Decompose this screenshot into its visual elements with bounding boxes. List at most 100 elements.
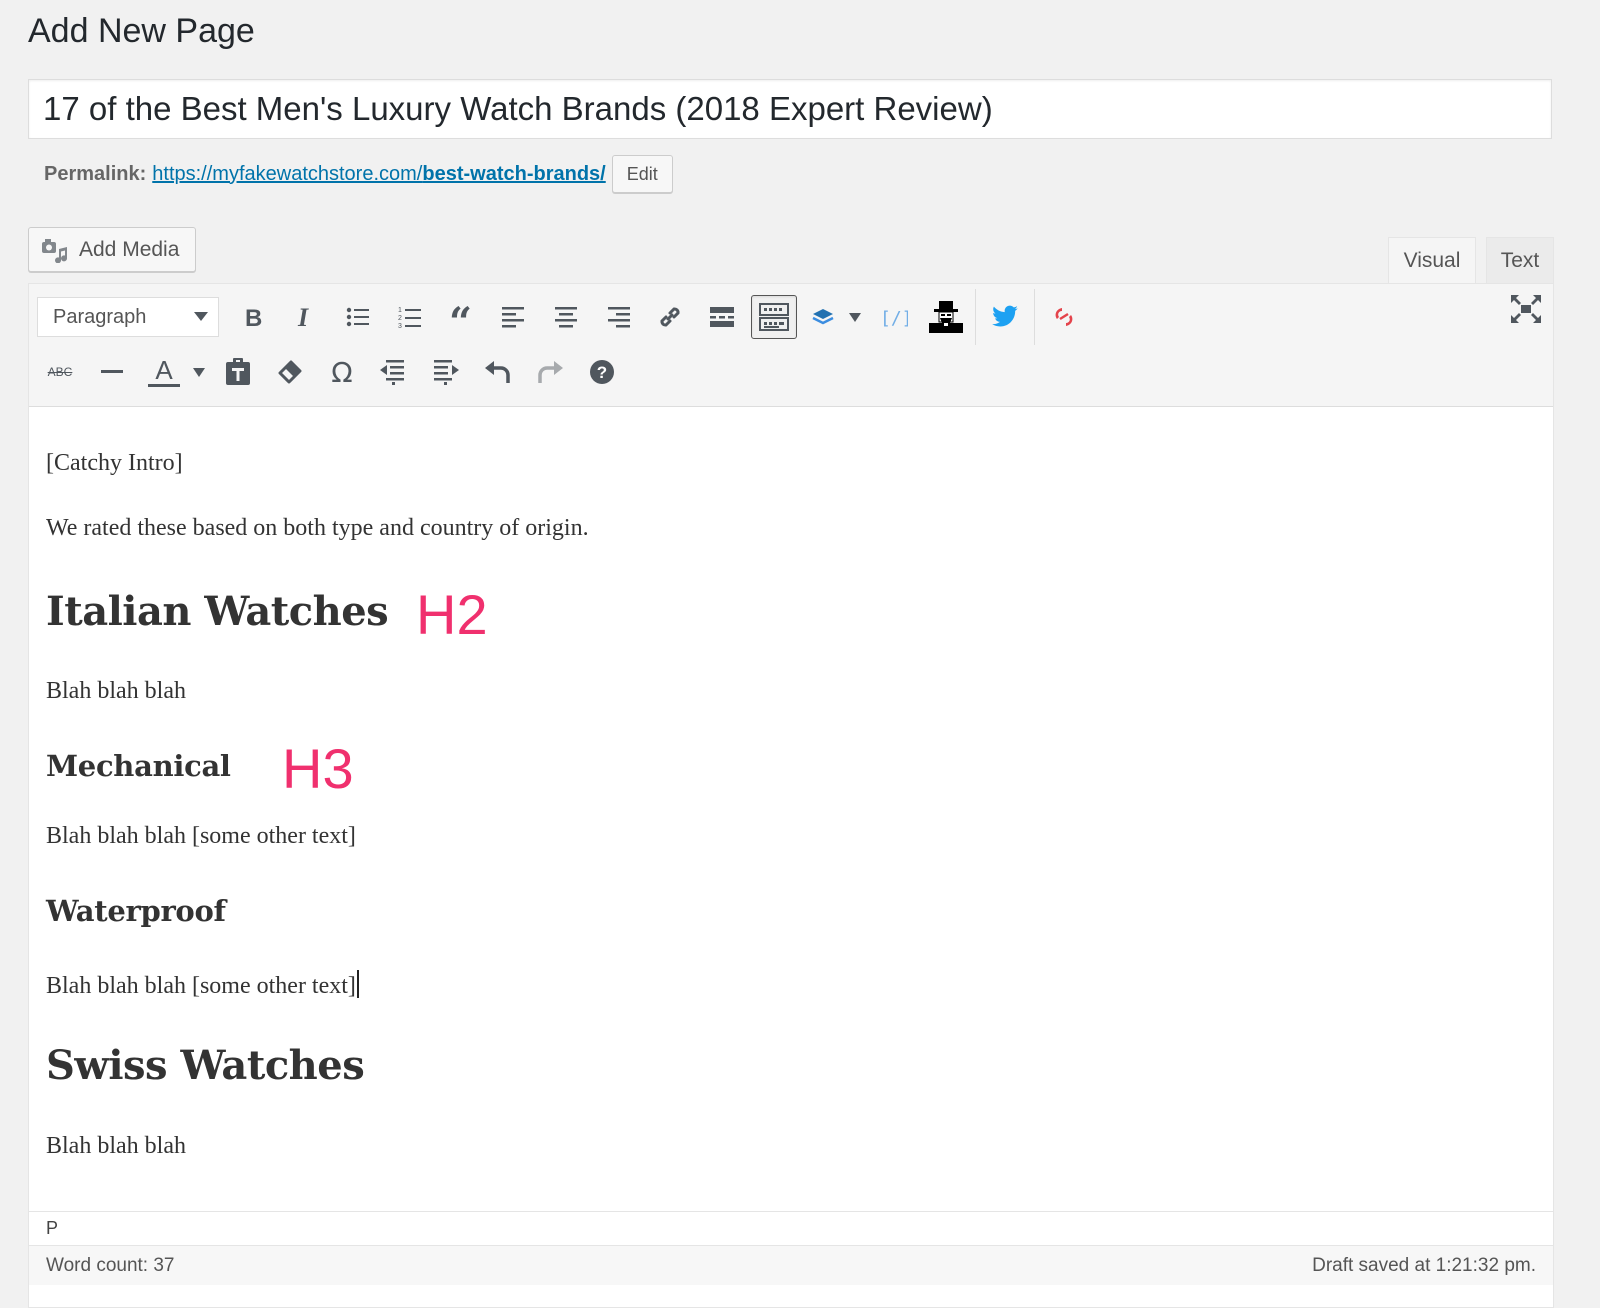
draft-status: Draft saved at 1:21:32 pm. [1312,1254,1536,1276]
heading-h2: Swiss Watches [46,1042,365,1089]
permalink-base: https://myfakewatchstore.com/ [152,162,423,185]
strikethrough-glyph: ABC [47,365,73,379]
italic-button[interactable]: I [283,295,329,339]
spy-icon [929,301,963,333]
paragraph: We rated these based on both type and co… [46,515,589,541]
swirl-button[interactable] [1041,295,1087,339]
strikethrough-button[interactable]: ABC [37,350,83,394]
heading-h2: Italian Watches [46,588,389,635]
annotation-h3: H3 [282,737,354,800]
editor: Paragraph B I 123 “ [/] [28,283,1554,1308]
numbered-list-button[interactable]: 123 [387,295,433,339]
read-more-button[interactable] [699,295,745,339]
svg-text:1: 1 [398,307,402,314]
toolbar-row-1: Paragraph B I 123 “ [/] [37,289,1093,345]
text-color-button[interactable]: A [141,350,187,394]
twitter-button[interactable] [982,295,1028,339]
code-icon: [/] [880,306,908,328]
align-left-button[interactable] [491,295,537,339]
heading-h3: Mechanical [46,749,231,783]
layers-button[interactable] [803,295,843,339]
svg-text:3: 3 [398,323,402,329]
read-more-icon [710,306,734,328]
undo-button[interactable] [475,350,521,394]
editor-toolbar: Paragraph B I 123 “ [/] [29,284,1553,407]
tab-visual[interactable]: Visual [1388,237,1476,283]
path-item[interactable]: P [46,1218,58,1239]
special-character-icon: Ω [331,355,353,389]
permalink-slug: best-watch-brands/ [422,162,606,185]
status-bar: Word count: 37 Draft saved at 1:21:32 pm… [29,1245,1553,1285]
svg-text:?: ? [597,363,607,382]
edit-permalink-button[interactable]: Edit [611,155,673,193]
indent-button[interactable] [423,350,469,394]
fullscreen-icon [1511,295,1541,323]
code-button[interactable]: [/] [871,295,917,339]
bulleted-list-button[interactable] [335,295,381,339]
tab-text[interactable]: Text [1486,237,1554,283]
annotation-h2: H2 [416,583,488,646]
chevron-down-icon [194,312,208,322]
swirl-icon [1051,305,1077,329]
svg-text:“: “ [449,306,472,328]
heading-h3: Waterproof [46,894,226,928]
toolbar-row-2: ABC A Ω ? [37,350,631,394]
add-media-button[interactable]: Add Media [28,227,196,272]
chevron-down-icon [849,312,861,322]
redo-icon [537,359,563,385]
fullscreen-button[interactable] [1511,295,1541,323]
link-icon [657,304,683,330]
bold-icon: B [244,306,264,328]
strikethrough-icon: ABC [48,365,73,379]
outdent-button[interactable] [371,350,417,394]
post-title-input[interactable] [29,80,1551,138]
undo-icon [485,359,511,385]
paste-as-text-button[interactable] [215,350,261,394]
paragraph-text: Blah blah blah [some other text] [46,973,356,999]
link-button[interactable] [647,295,693,339]
horizontal-line-button[interactable] [89,350,135,394]
media-icon [41,237,69,263]
paragraph: Blah blah blah [some other text] [46,823,356,849]
format-select[interactable]: Paragraph [37,297,219,337]
toolbar-toggle-icon [759,303,789,331]
permalink-link[interactable]: https://myfakewatchstore.com/best-watch-… [152,163,605,186]
toolbar-toggle-button[interactable] [751,295,797,339]
blockquote-icon: “ [449,306,475,328]
numbered-list-icon: 123 [398,305,422,329]
spy-button[interactable] [923,295,969,339]
element-path: P [29,1211,1553,1245]
chevron-down-icon [193,367,205,377]
outdent-icon [380,359,408,385]
permalink-row: Permalink: https://myfakewatchstore.com/… [44,154,673,194]
blockquote-button[interactable]: “ [439,295,485,339]
clear-formatting-button[interactable] [267,350,313,394]
indent-icon [432,359,460,385]
align-right-icon [606,306,630,328]
paste-as-text-icon [225,358,251,386]
text-color-icon: A [155,354,173,385]
paragraph: [Catchy Intro] [46,450,183,476]
text-color-swatch [148,383,180,387]
help-button[interactable]: ? [579,350,625,394]
redo-button[interactable] [527,350,573,394]
format-select-value: Paragraph [53,305,147,328]
layers-dropdown-button[interactable] [843,295,867,339]
paragraph: Blah blah blah [46,678,186,704]
layers-icon [811,307,835,327]
text-color-dropdown-button[interactable] [187,350,211,394]
help-icon: ? [589,359,615,385]
twitter-icon [991,305,1019,329]
permalink-label: Permalink: [44,162,147,185]
toolbar-separator [1034,289,1035,345]
align-right-button[interactable] [595,295,641,339]
italic-icon: I [296,306,316,328]
svg-text:I: I [297,306,309,328]
horizontal-line-icon [101,370,123,374]
align-center-button[interactable] [543,295,589,339]
special-character-button[interactable]: Ω [319,350,365,394]
bulleted-list-icon [346,306,370,328]
align-left-icon [502,306,526,328]
bold-button[interactable]: B [231,295,277,339]
word-count: Word count: 37 [46,1254,175,1276]
